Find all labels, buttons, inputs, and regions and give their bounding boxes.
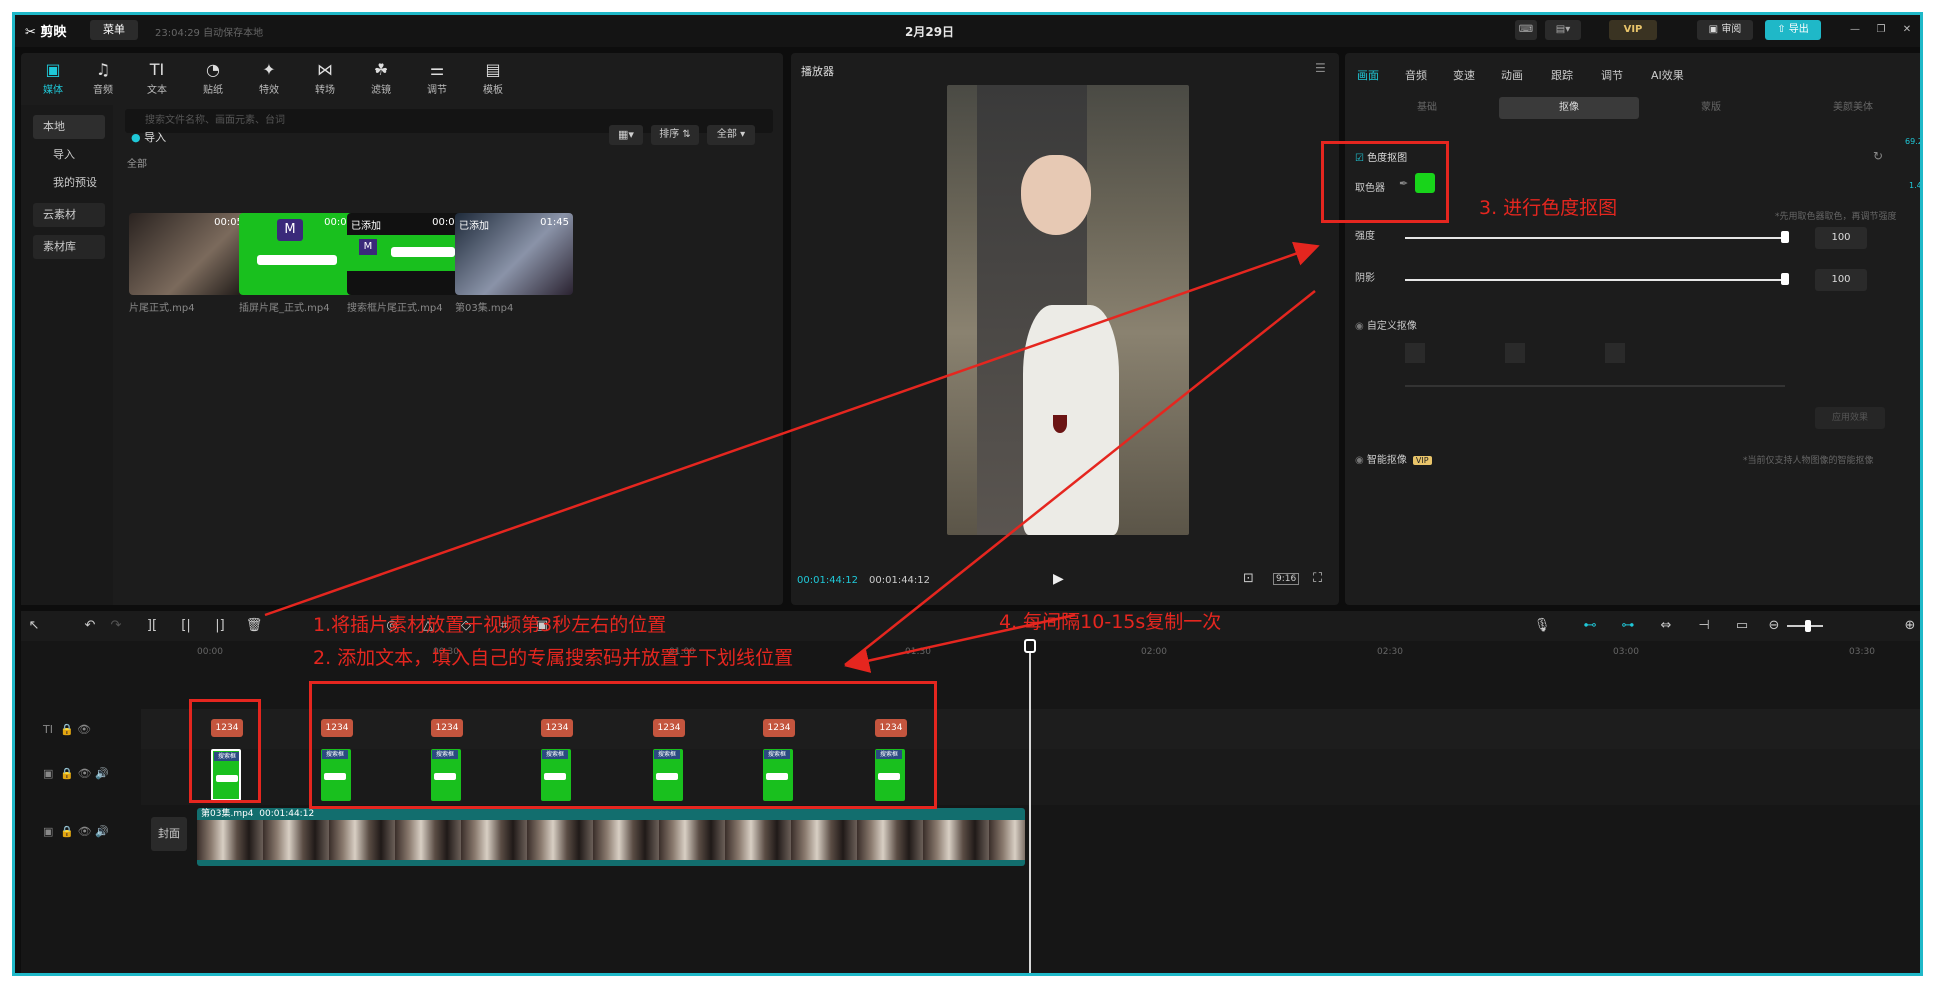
arrow-step2-line	[844, 290, 1316, 666]
app-window: ✂ 剪映 菜单 23:04:29 自动保存本地 2月29日 ⌨ ▤▾ VIP ▣…	[12, 12, 1923, 976]
arrow-step1	[264, 241, 1320, 617]
annotation-arrows	[264, 241, 1320, 673]
arrow-step2	[844, 613, 1076, 673]
